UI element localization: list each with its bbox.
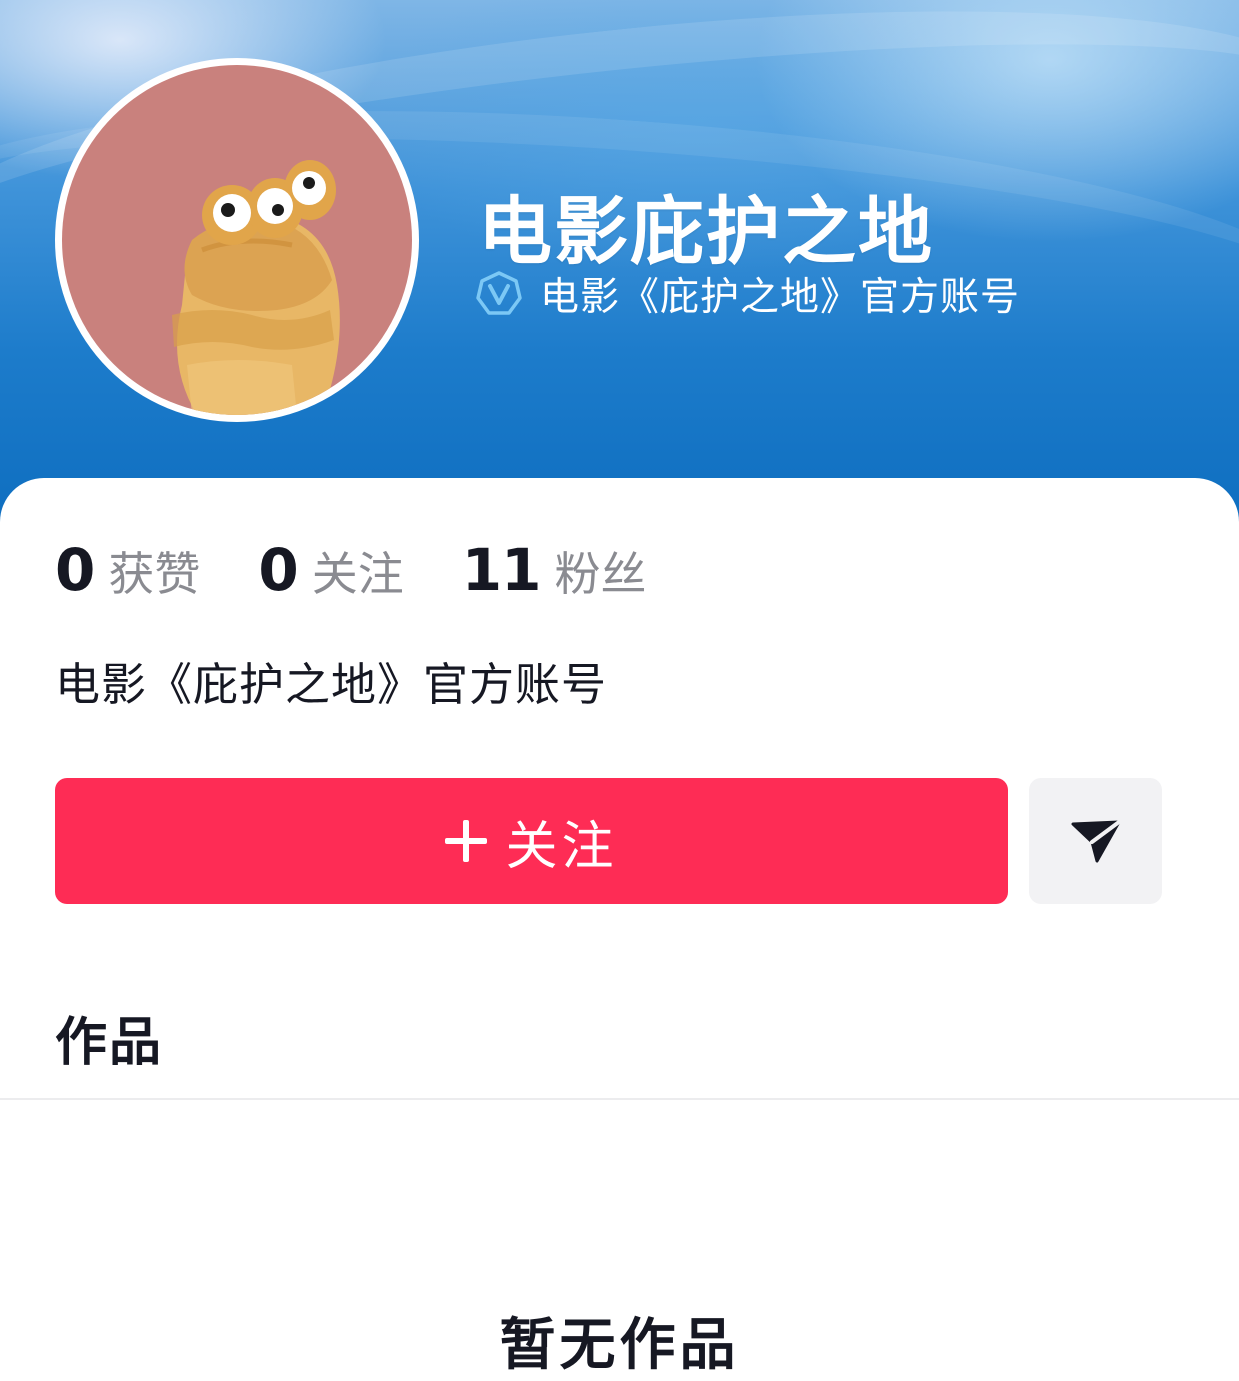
stat-following[interactable]: 0 关注 <box>258 536 403 604</box>
stats-row: 0 获赞 0 关注 11 粉丝 <box>55 530 704 610</box>
avatar-image <box>62 65 412 415</box>
stat-followers[interactable]: 11 粉丝 <box>462 536 647 604</box>
tab-divider <box>0 1098 1239 1100</box>
profile-name: 电影庇护之地 <box>478 189 934 275</box>
stat-likes[interactable]: 0 获赞 <box>55 536 200 604</box>
avatar[interactable] <box>55 58 419 422</box>
verification-row: 电影《庇护之地》官方账号 <box>476 268 1020 320</box>
verified-description: 电影《庇护之地》官方账号 <box>540 275 1021 320</box>
follow-button[interactable]: 关注 <box>55 778 1008 904</box>
stat-following-value: 0 <box>258 536 298 604</box>
follow-button-label: 关注 <box>505 816 618 877</box>
verified-badge-icon <box>476 271 522 317</box>
stat-likes-value: 0 <box>55 536 95 604</box>
profile-bio: 电影《庇护之地》官方账号 <box>55 658 608 711</box>
avatar-cartoon-icon <box>172 160 340 415</box>
send-arrow-icon <box>1071 820 1121 863</box>
empty-state-text: 暂无作品 <box>499 1313 740 1378</box>
stat-following-label: 关注 <box>311 547 404 601</box>
stat-followers-value: 11 <box>461 536 542 604</box>
send-message-button[interactable] <box>1029 778 1162 904</box>
stat-followers-label: 粉丝 <box>554 547 647 601</box>
stat-likes-label: 获赞 <box>108 547 201 601</box>
tab-works[interactable]: 作品 <box>55 1000 163 1075</box>
plus-icon <box>445 820 488 862</box>
